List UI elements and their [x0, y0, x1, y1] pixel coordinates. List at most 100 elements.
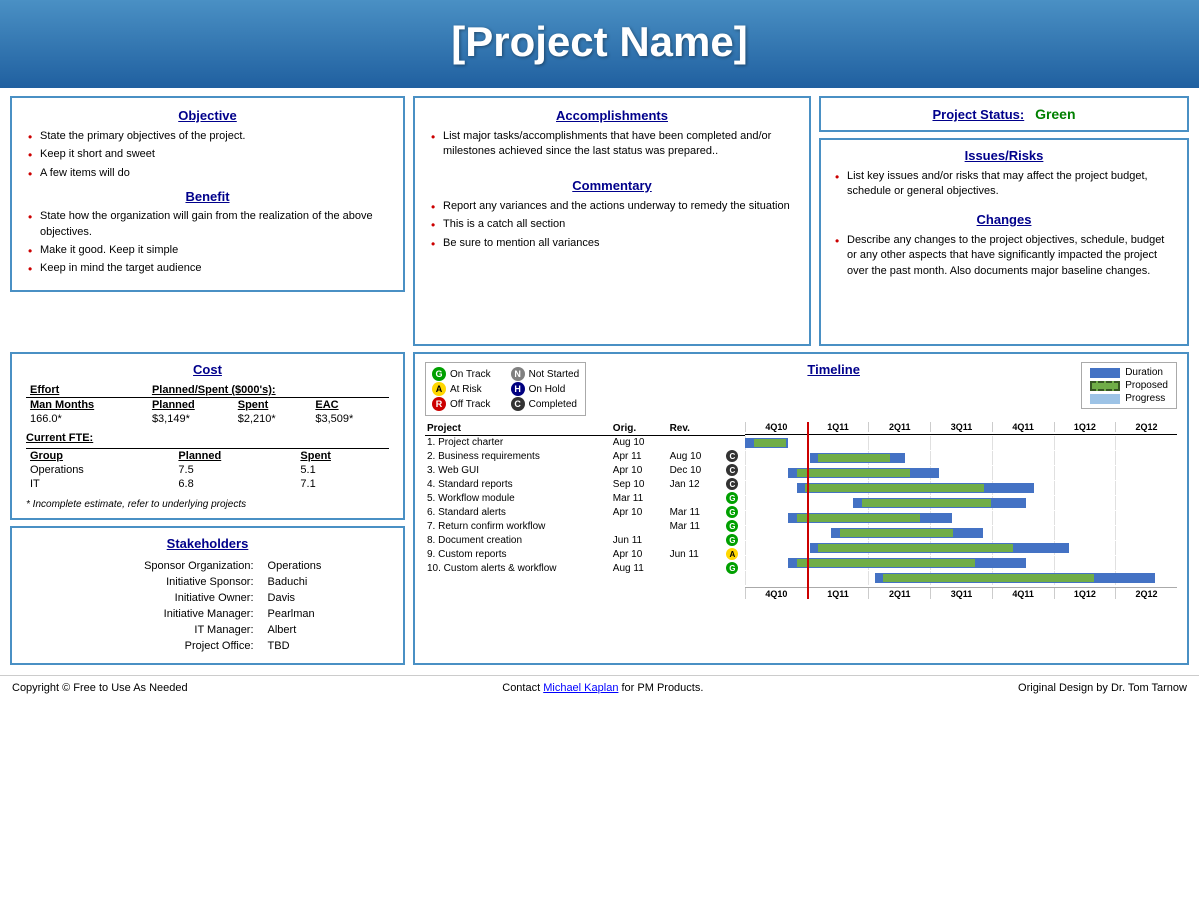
gantt-bars: 4Q101Q112Q113Q114Q111Q122Q124Q101Q112Q11…	[745, 422, 1177, 599]
s-label-0: Sponsor Organization:	[28, 559, 260, 573]
val-planned: $3,149*	[148, 412, 234, 426]
changes-title: Changes	[833, 212, 1175, 227]
benefit-list: State how the organization will gain fro…	[26, 209, 389, 277]
s-label-5: Project Office:	[28, 639, 260, 653]
status-circle-navy: H	[511, 382, 525, 396]
status-item-atrisk: A At Risk	[432, 382, 501, 396]
footer-right: Original Design by Dr. Tom Tarnow	[1018, 682, 1187, 694]
legend-label-progress: Progress	[1125, 393, 1165, 404]
status-circle-yellow: A	[432, 382, 446, 396]
status-item-green: G On Track	[432, 367, 501, 381]
fte-label: Current FTE:	[26, 432, 389, 444]
fte-col-spent: Spent	[296, 449, 389, 464]
commentary-title: Commentary	[429, 178, 795, 193]
legend-proposed: Proposed	[1090, 380, 1168, 391]
val-eac: $3,509*	[311, 412, 389, 426]
footer: Copyright © Free to Use As Needed Contac…	[0, 675, 1199, 700]
legend-bar-duration	[1090, 368, 1120, 378]
col-spent: Spent	[234, 398, 312, 413]
fte-col-planned: Planned	[174, 449, 296, 464]
col-eac: EAC	[311, 398, 389, 413]
timeline-panel: G On Track N Not Started A At Risk H On …	[413, 352, 1189, 665]
fte-row2-planned: 6.8	[174, 477, 296, 491]
status-label-green: On Track	[450, 369, 491, 380]
list-item: Keep it short and sweet	[26, 147, 389, 162]
fte-row1-spent: 5.1	[296, 463, 389, 477]
changes-list: Describe any changes to the project obje…	[833, 233, 1175, 279]
list-item: Be sure to mention all variances	[429, 236, 795, 251]
footer-mid-before: Contact	[502, 682, 543, 694]
list-item: List key issues and/or risks that may af…	[833, 169, 1175, 200]
col-manmonths: Man Months	[26, 398, 148, 413]
legend-progress: Progress	[1090, 393, 1168, 404]
status-circle-black: C	[511, 397, 525, 411]
legend-label-proposed: Proposed	[1125, 380, 1168, 391]
legend-label-duration: Duration	[1125, 367, 1163, 378]
table-row: 2. Business requirementsApr 11Aug 10C	[425, 449, 745, 463]
footer-link[interactable]: Michael Kaplan	[543, 682, 618, 694]
status-label-offtrack: Off Track	[450, 399, 490, 410]
s-val-2: Davis	[262, 591, 387, 605]
fte-row2-group: IT	[26, 477, 174, 491]
col-status	[724, 422, 745, 436]
col-planned: Planned	[148, 398, 234, 413]
s-val-1: Baduchi	[262, 575, 387, 589]
header: [Project Name]	[0, 0, 1199, 88]
status-item-onhold: H On Hold	[511, 382, 580, 396]
s-val-0: Operations	[262, 559, 387, 573]
list-item: Describe any changes to the project obje…	[833, 233, 1175, 279]
objective-panel: Objective State the primary objectives o…	[10, 96, 405, 292]
status-label-onhold: On Hold	[529, 384, 566, 395]
timeline-title: Timeline	[596, 362, 1071, 377]
val-spent: $2,210*	[234, 412, 312, 426]
table-row: 8. Document creationJun 11G	[425, 533, 745, 547]
table-row: 3. Web GUIApr 10Dec 10C	[425, 463, 745, 477]
timeline-legend: Duration Proposed Progress	[1081, 362, 1177, 409]
s-label-1: Initiative Sponsor:	[28, 575, 260, 589]
col-rev: Rev.	[668, 422, 725, 436]
gantt-chart: Project Orig. Rev. 1. Project charterAug…	[425, 422, 1177, 599]
stakeholders-panel: Stakeholders Sponsor Organization:Operat…	[10, 526, 405, 665]
status-circle-red: R	[432, 397, 446, 411]
list-item: State how the organization will gain fro…	[26, 209, 389, 240]
s-val-4: Albert	[262, 623, 387, 637]
status-legend: G On Track N Not Started A At Risk H On …	[425, 362, 586, 416]
list-item: Keep in mind the target audience	[26, 261, 389, 276]
status-circle-green: G	[432, 367, 446, 381]
accomplishments-panel: Accomplishments List major tasks/accompl…	[413, 96, 811, 346]
cost-panel: Cost Effort Planned/Spent ($000's): Man …	[10, 352, 405, 520]
list-item: Report any variances and the actions und…	[429, 199, 795, 214]
status-circle-gray: N	[511, 367, 525, 381]
gantt-project-list: Project Orig. Rev. 1. Project charterAug…	[425, 422, 745, 599]
table-row: 1. Project charterAug 10	[425, 436, 745, 450]
accomplishments-title: Accomplishments	[429, 108, 795, 123]
objective-list: State the primary objectives of the proj…	[26, 129, 389, 181]
col-project: Project	[425, 422, 611, 436]
list-item: Make it good. Keep it simple	[26, 243, 389, 258]
table-row: 7. Return confirm workflowMar 11G	[425, 519, 745, 533]
footer-mid-after: for PM Products.	[618, 682, 703, 694]
project-status-label: Project Status:	[932, 107, 1024, 122]
stakeholders-title: Stakeholders	[26, 536, 389, 551]
status-label-atrisk: At Risk	[450, 384, 482, 395]
issues-panel: Issues/Risks List key issues and/or risk…	[819, 138, 1189, 346]
issues-title: Issues/Risks	[833, 148, 1175, 163]
status-label-completed: Completed	[529, 399, 577, 410]
table-row: 9. Custom reportsApr 10Jun 11A	[425, 547, 745, 561]
page-title: [Project Name]	[0, 18, 1199, 66]
status-item-offtrack: R Off Track	[432, 397, 501, 411]
s-label-4: IT Manager:	[28, 623, 260, 637]
issues-list: List key issues and/or risks that may af…	[833, 169, 1175, 200]
fte-col-group: Group	[26, 449, 174, 464]
footer-left: Copyright © Free to Use As Needed	[12, 682, 188, 694]
status-label-notstarted: Not Started	[529, 369, 580, 380]
project-status-panel: Project Status: Green	[819, 96, 1189, 132]
objective-title: Objective	[26, 108, 389, 123]
s-label-2: Initiative Owner:	[28, 591, 260, 605]
col-orig: Orig.	[611, 422, 668, 436]
status-item-notstarted: N Not Started	[511, 367, 580, 381]
list-item: A few items will do	[26, 166, 389, 181]
s-val-3: Pearlman	[262, 607, 387, 621]
benefit-title: Benefit	[26, 189, 389, 204]
cost-note: * Incomplete estimate, refer to underlyi…	[26, 499, 389, 510]
